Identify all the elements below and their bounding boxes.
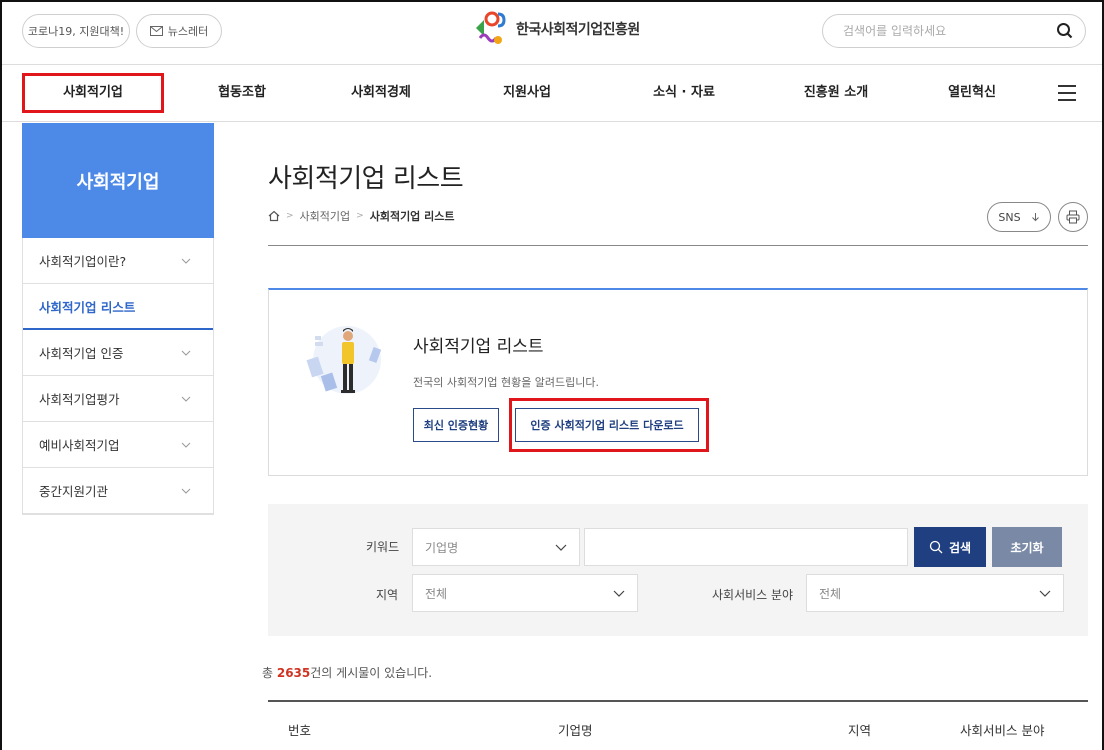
- sidebar-item-intermediary[interactable]: 중간지원기관: [23, 468, 213, 514]
- sidebar-menu: 사회적기업이란? 사회적기업 리스트 사회적기업 인증 사회적기업평가 예비사회…: [22, 238, 214, 515]
- breadcrumb-current: 사회적기업 리스트: [369, 210, 455, 223]
- mail-icon: [149, 26, 163, 36]
- gnb-item-open-innovation[interactable]: 열린혁신: [922, 65, 1022, 121]
- region-select[interactable]: 전체: [412, 574, 638, 612]
- top-bar: 코로나19, 지원대책! 뉴스레터 한국사회적기업진흥원: [2, 2, 1102, 64]
- result-prefix: 총: [262, 666, 277, 680]
- chevron-down-icon: [181, 488, 191, 494]
- page-title: 사회적기업 리스트: [268, 164, 464, 194]
- sidebar-item-what-is[interactable]: 사회적기업이란?: [23, 238, 213, 284]
- gnb-item-news-resources[interactable]: 소식 · 자료: [634, 65, 734, 121]
- sidebar-item-evaluation[interactable]: 사회적기업평가: [23, 376, 213, 422]
- keyword-label: 키워드: [366, 540, 400, 554]
- breadcrumb: > 사회적기업 > 사회적기업 리스트: [268, 208, 455, 224]
- intro-description: 전국의 사회적기업 현황을 알려드립니다.: [413, 376, 600, 389]
- sidebar-item-list[interactable]: 사회적기업 리스트: [23, 284, 213, 330]
- person-illustration-icon: [306, 326, 382, 394]
- title-divider: [268, 245, 1088, 246]
- logo-text: 한국사회적기업진흥원: [516, 22, 640, 38]
- region-value: 전체: [425, 586, 448, 601]
- region-label: 지역: [376, 588, 399, 602]
- site-search-input[interactable]: [843, 24, 1055, 38]
- search-button[interactable]: 검색: [914, 527, 986, 567]
- main-navigation: 사회적기업 협동조합 사회적경제 지원사업 소식 · 자료 진흥원 소개 열린혁…: [2, 64, 1102, 122]
- sidebar-item-label: 사회적기업이란?: [39, 254, 127, 269]
- gnb-item-social-enterprise[interactable]: 사회적기업: [22, 73, 164, 113]
- highlight-box: [509, 398, 709, 452]
- table-top-border: [268, 700, 1088, 702]
- home-icon[interactable]: [268, 210, 280, 222]
- chevron-down-icon: [613, 590, 625, 597]
- keyword-input[interactable]: [584, 528, 908, 566]
- site-logo[interactable]: 한국사회적기업진흥원: [472, 10, 640, 48]
- sidebar-item-label: 중간지원기관: [39, 484, 109, 499]
- breadcrumb-separator: >: [286, 211, 294, 221]
- service-field-select[interactable]: 전체: [806, 574, 1064, 612]
- search-filter-panel: 키워드 기업명 검색 초기화 지역 전체 사회서비스 분야 전체: [268, 504, 1088, 636]
- page-frame: 코로나19, 지원대책! 뉴스레터 한국사회적기업진흥원 사회적기업 협동조합 …: [0, 0, 1104, 750]
- keyword-type-select[interactable]: 기업명: [412, 528, 580, 566]
- chevron-down-icon: [1039, 590, 1051, 597]
- search-icon[interactable]: [1055, 21, 1075, 41]
- intro-panel: 사회적기업 리스트 전국의 사회적기업 현황을 알려드립니다. 최신 인증현황 …: [268, 288, 1088, 476]
- chevron-down-icon: [181, 350, 191, 356]
- newsletter-label: 뉴스레터: [167, 25, 209, 38]
- newsletter-link[interactable]: 뉴스레터: [136, 14, 222, 48]
- service-field-value: 전체: [819, 586, 842, 601]
- sidebar-item-preliminary[interactable]: 예비사회적기업: [23, 422, 213, 468]
- sns-label: SNS: [998, 210, 1021, 224]
- menu-hamburger-icon[interactable]: [1058, 85, 1076, 101]
- search-button-label: 검색: [948, 540, 972, 555]
- chevron-down-icon: [181, 258, 191, 264]
- reset-button[interactable]: 초기화: [992, 527, 1062, 567]
- print-button[interactable]: [1058, 202, 1088, 232]
- chevron-down-icon: [181, 396, 191, 402]
- result-suffix: 건의 게시물이 있습니다.: [310, 666, 433, 680]
- covid-support-link[interactable]: 코로나19, 지원대책!: [22, 14, 130, 48]
- gnb-item-social-economy[interactable]: 사회적경제: [326, 65, 436, 121]
- gnb-item-cooperative[interactable]: 협동조합: [202, 65, 282, 121]
- service-field-label: 사회서비스 분야: [712, 588, 794, 602]
- sidebar-item-certification[interactable]: 사회적기업 인증: [23, 330, 213, 376]
- sidebar-title: 사회적기업: [22, 123, 214, 238]
- keyword-type-value: 기업명: [425, 540, 459, 555]
- table-header-region: 지역: [848, 723, 872, 738]
- breadcrumb-separator: >: [356, 211, 364, 221]
- chevron-down-icon: [181, 442, 191, 448]
- site-search: [822, 14, 1086, 48]
- logo-mark-icon: [476, 11, 506, 44]
- arrow-down-icon: [1031, 213, 1039, 222]
- result-count: 총 2635건의 게시물이 있습니다.: [262, 664, 432, 681]
- gnb-item-about[interactable]: 진흥원 소개: [786, 65, 886, 121]
- table-header-service-field: 사회서비스 분야: [960, 723, 1045, 738]
- sidebar-item-label: 사회적기업평가: [39, 392, 120, 407]
- intro-title: 사회적기업 리스트: [413, 337, 544, 357]
- sns-share-button[interactable]: SNS: [987, 202, 1051, 232]
- sidebar-item-label: 사회적기업 리스트: [39, 299, 136, 315]
- covid-support-label: 코로나19, 지원대책!: [27, 25, 125, 38]
- table-header-number: 번호: [288, 723, 312, 738]
- chevron-down-icon: [555, 544, 567, 551]
- gnb-item-support-programs[interactable]: 지원사업: [482, 65, 572, 121]
- table-header-company: 기업명: [558, 723, 593, 738]
- search-icon: [929, 540, 943, 554]
- sidebar-item-label: 사회적기업 인증: [39, 346, 124, 361]
- breadcrumb-item[interactable]: 사회적기업: [300, 208, 351, 224]
- sidebar-item-label: 예비사회적기업: [39, 438, 120, 453]
- printer-icon: [1066, 210, 1080, 224]
- result-count-number: 2635: [276, 666, 311, 680]
- latest-certification-button[interactable]: 최신 인증현황: [413, 408, 499, 442]
